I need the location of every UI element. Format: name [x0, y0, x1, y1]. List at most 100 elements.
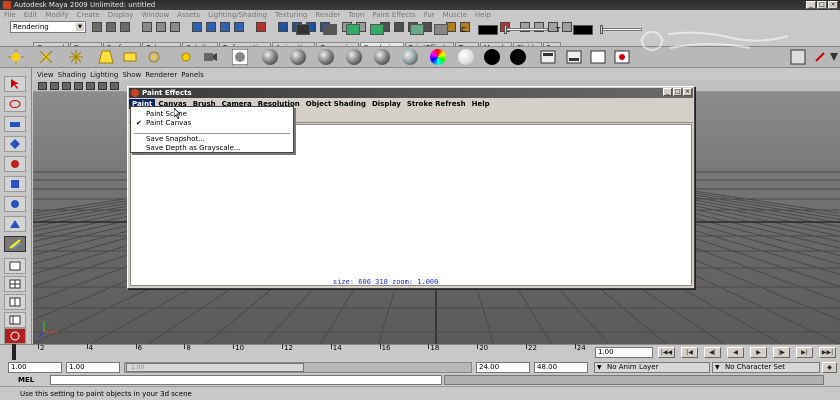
go-to-end-button[interactable]: ▶▶| [819, 347, 836, 358]
animation-end-field[interactable]: 48.00 [534, 362, 588, 373]
panel-menu-shading[interactable]: Shading [58, 71, 86, 79]
character-set-dropdown[interactable]: ▼ No Character Set [712, 362, 820, 373]
blinn-icon[interactable] [262, 49, 278, 65]
shelf-scroll-icon[interactable] [826, 49, 840, 65]
point-light-icon[interactable] [68, 49, 84, 65]
resolution-gate-icon[interactable] [98, 82, 107, 90]
bookmark-icon[interactable] [50, 82, 59, 90]
four-view-layout-icon[interactable] [4, 276, 26, 292]
alpha-channel-icon[interactable] [434, 24, 448, 35]
render-layer-icon[interactable] [540, 49, 556, 65]
volume-light-icon[interactable] [146, 49, 162, 65]
pe-menu-object-shading[interactable]: Object Shading [303, 99, 369, 109]
menu-render[interactable]: Render [315, 11, 340, 19]
menu-display[interactable]: Display [108, 11, 134, 19]
single-view-layout-icon[interactable] [4, 258, 26, 274]
panel-menu-panels[interactable]: Panels [181, 71, 204, 79]
phonge-icon[interactable] [346, 49, 362, 65]
use-background-icon[interactable] [484, 49, 500, 65]
panel-menu-renderer[interactable]: Renderer [145, 71, 177, 79]
ramp-shader-icon[interactable] [430, 49, 446, 65]
shelf-settings-icon[interactable] [790, 49, 806, 65]
playback-end-field[interactable]: 24.00 [476, 362, 530, 373]
panel-menu-lighting[interactable]: Lighting [90, 71, 118, 79]
menu-item-save-snapshot[interactable]: Save Snapshot... [132, 135, 292, 144]
mask-curves-icon[interactable] [220, 22, 230, 32]
menu-help[interactable]: Help [475, 11, 491, 19]
minimize-button[interactable]: _ [806, 1, 816, 9]
render-settings-shelf-icon[interactable] [566, 49, 582, 65]
pe-menu-stroke-refresh[interactable]: Stroke Refresh [404, 99, 469, 109]
animation-start-field[interactable]: 1.00 [8, 362, 62, 373]
snapshot-icon[interactable] [323, 24, 337, 35]
pe-menu-help[interactable]: Help [469, 99, 493, 109]
light-icon[interactable] [8, 49, 24, 65]
redraw-canvas-icon[interactable] [346, 24, 360, 35]
pe-menu-display[interactable]: Display [369, 99, 404, 109]
menu-lighting-shading[interactable]: Lighting/Shading [208, 11, 267, 19]
move-tool-icon[interactable] [4, 136, 26, 152]
paint-effects-title-bar[interactable]: Paint Effects [129, 88, 693, 98]
panel-menu-view[interactable]: View [37, 71, 54, 79]
menu-modify[interactable]: Modify [45, 11, 68, 19]
menu-create[interactable]: Create [76, 11, 99, 19]
auto-key-button[interactable]: ◆ [822, 362, 837, 373]
camera-attributes-icon[interactable] [38, 82, 47, 90]
color-swatch[interactable] [478, 25, 498, 35]
range-slider-handle[interactable]: 1.00 [126, 363, 304, 372]
ambient-light-icon[interactable] [178, 49, 194, 65]
phong-icon[interactable] [318, 49, 334, 65]
menu-item-save-depth-grayscale[interactable]: Save Depth as Grayscale... [132, 144, 292, 153]
grid-toggle-icon[interactable] [74, 82, 83, 90]
play-backwards-button[interactable]: ◀ [727, 347, 744, 358]
menu-item-paint-canvas[interactable]: ✔ Paint Canvas [132, 119, 292, 128]
soft-mod-tool-icon[interactable] [4, 216, 26, 232]
menu-item-paint-scene[interactable]: Paint Scene [132, 110, 292, 119]
step-forward-frame-button[interactable]: ▶| [796, 347, 813, 358]
go-to-start-button[interactable]: |◀◀ [658, 347, 675, 358]
selection-mask-icon[interactable] [192, 22, 202, 32]
playback-start-field[interactable]: 1.00 [66, 362, 120, 373]
paint-effects-tool-icon[interactable] [4, 236, 26, 252]
menu-file[interactable]: File [4, 11, 16, 19]
area-light-icon[interactable] [122, 49, 138, 65]
transparency-swatch[interactable] [573, 25, 593, 35]
maximize-button[interactable]: □ [817, 1, 827, 9]
menu-muscle[interactable]: Muscle [443, 11, 467, 19]
camera-icon[interactable] [202, 49, 218, 65]
play-forwards-button[interactable]: ▶ [750, 347, 767, 358]
shader-ball-icon[interactable] [232, 49, 248, 65]
batch-render-icon[interactable] [590, 49, 606, 65]
two-view-layout-icon[interactable] [4, 294, 26, 310]
menu-edit[interactable]: Edit [24, 11, 38, 19]
display-brush-icon[interactable] [410, 24, 424, 35]
clear-canvas-icon[interactable] [296, 24, 310, 35]
close-button[interactable]: × [828, 1, 838, 9]
directional-light-icon[interactable] [38, 49, 54, 65]
step-back-frame-button[interactable]: |◀ [681, 347, 698, 358]
select-hierarchy-icon[interactable] [142, 22, 152, 32]
pe-close-button[interactable]: × [683, 88, 692, 96]
menu-set-dropdown[interactable]: Rendering ▼ [10, 21, 86, 33]
anisotropic-icon[interactable] [374, 49, 390, 65]
paint-select-tool-icon[interactable] [4, 116, 26, 132]
step-back-key-button[interactable]: ◀| [704, 347, 721, 358]
menu-fur[interactable]: Fur [424, 11, 435, 19]
menu-texturing[interactable]: Texturing [275, 11, 307, 19]
black-shader-icon[interactable] [510, 49, 526, 65]
mask-joints-icon[interactable] [206, 22, 216, 32]
ipr-shelf-icon[interactable] [614, 49, 630, 65]
menu-paint-effects[interactable]: Paint Effects [372, 11, 415, 19]
pe-minimize-button[interactable]: _ [663, 88, 672, 96]
pe-maximize-button[interactable]: □ [673, 88, 682, 96]
lasso-tool-icon[interactable] [4, 96, 26, 112]
menu-assets[interactable]: Assets [177, 11, 200, 19]
current-frame-field[interactable]: 1.00 [595, 347, 653, 358]
menu-toon[interactable]: Toon [348, 11, 364, 19]
panel-menu-show[interactable]: Show [122, 71, 141, 79]
select-object-icon[interactable] [156, 22, 166, 32]
step-forward-key-button[interactable]: |▶ [773, 347, 790, 358]
command-input[interactable] [50, 375, 442, 385]
rotate-tool-icon[interactable] [4, 156, 26, 172]
snap-grid-icon[interactable] [278, 22, 288, 32]
